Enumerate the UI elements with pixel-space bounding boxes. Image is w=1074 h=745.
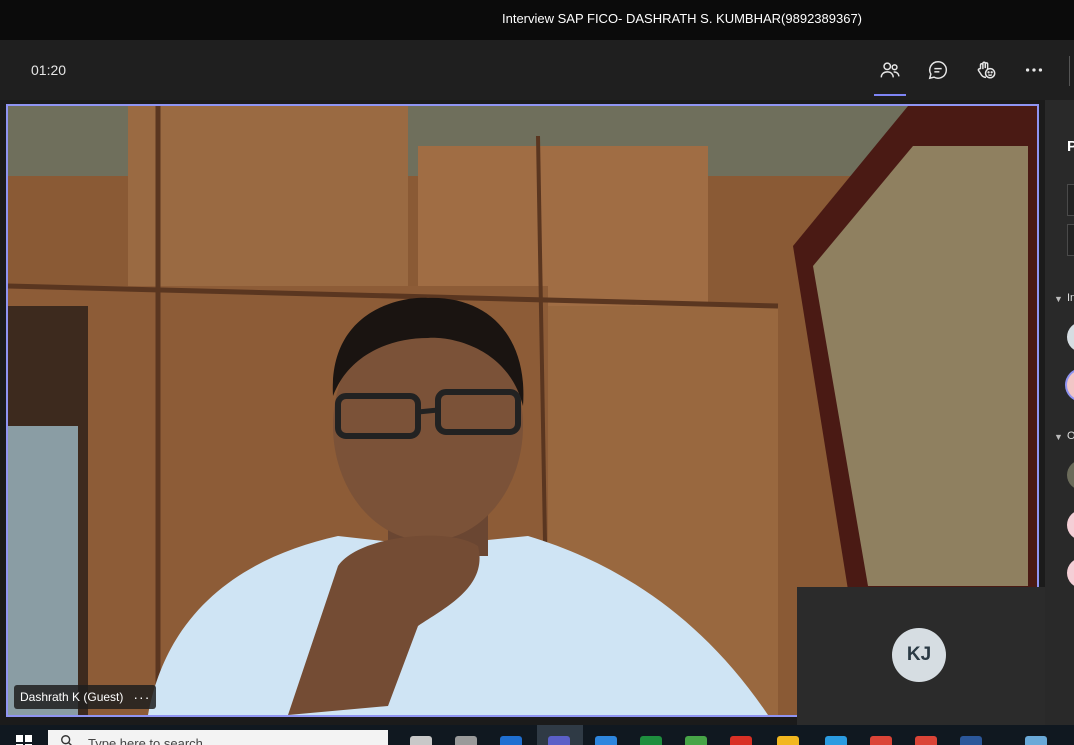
word-icon[interactable] (960, 736, 982, 745)
panel-title: P (1067, 138, 1074, 155)
search-icon (61, 735, 72, 745)
windows-taskbar: Type here to search (0, 725, 1074, 745)
window-title: Interview SAP FICO- DASHRATH S. KUMBHAR(… (501, 11, 863, 26)
file-explorer-icon[interactable] (777, 736, 799, 745)
chat-icon (928, 61, 948, 80)
more-options-icon (1025, 68, 1043, 72)
search-participants-box[interactable] (1067, 224, 1074, 256)
outlook-icon[interactable] (500, 736, 522, 745)
cortana-icon[interactable] (410, 736, 432, 745)
teams-meeting-window: Interview SAP FICO- DASHRATH S. KUMBHAR(… (0, 0, 1074, 745)
chevron-down-icon[interactable]: ▼ (1054, 432, 1063, 442)
windows-start-icon[interactable] (16, 735, 32, 745)
search-placeholder: Type here to search (88, 736, 203, 745)
excel-icon[interactable] (640, 736, 662, 745)
avatar (1067, 322, 1074, 352)
self-video-tile[interactable]: KJ (797, 587, 1045, 725)
tray-icon[interactable] (1025, 736, 1047, 745)
internet-explorer-icon[interactable] (825, 736, 847, 745)
participants-panel: P ▼ In ▼ O (1045, 100, 1074, 725)
toolbar-divider (1069, 56, 1070, 86)
participants-button[interactable] (874, 56, 906, 96)
chevron-down-icon[interactable]: ▼ (1054, 294, 1063, 304)
meeting-timer: 01:20 (31, 62, 67, 78)
title-bar: Interview SAP FICO- DASHRATH S. KUMBHAR(… (0, 0, 1074, 40)
app-icon[interactable] (730, 736, 752, 745)
chat-button[interactable] (922, 56, 954, 84)
taskbar-search-input[interactable]: Type here to search (48, 730, 388, 745)
section-in-meeting-label: In (1067, 292, 1074, 304)
avatar (1067, 460, 1074, 490)
participant-name-tag[interactable]: Dashrath K (Guest) ··· (14, 685, 157, 709)
chrome-icon[interactable] (915, 736, 937, 745)
app-icon[interactable] (595, 736, 617, 745)
avatar (1067, 510, 1074, 540)
task-view-icon[interactable] (455, 736, 477, 745)
section-others-label: O (1067, 430, 1074, 442)
participants-icon (880, 62, 900, 78)
meeting-stage: Dashrath K (Guest) ··· KJ (0, 100, 1045, 725)
teams-icon[interactable] (548, 736, 570, 745)
avatar (1067, 558, 1074, 588)
participant-name: Dashrath K (Guest) (20, 690, 124, 704)
more-options-button[interactable] (1018, 56, 1050, 84)
avatar: KJ (892, 628, 946, 682)
reactions-button[interactable] (970, 56, 1002, 84)
avatar (1067, 370, 1074, 400)
chrome-icon[interactable] (870, 736, 892, 745)
app-icon[interactable] (685, 736, 707, 745)
share-invite-box[interactable] (1067, 184, 1074, 216)
reactions-icon (977, 61, 996, 79)
participant-more-icon[interactable]: ··· (133, 689, 150, 705)
meeting-toolbar: 01:20 (0, 40, 1074, 100)
